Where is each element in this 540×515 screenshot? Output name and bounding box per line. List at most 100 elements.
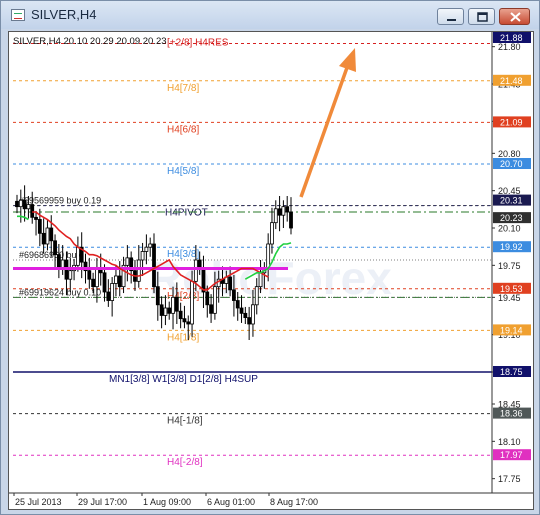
time-tick-label: 25 Jul 2013 <box>15 497 62 507</box>
candle-body <box>26 204 31 210</box>
candle-body <box>289 211 293 229</box>
candle-body <box>232 289 236 301</box>
candle-body <box>235 300 240 309</box>
candle-body <box>174 296 179 312</box>
candle-body <box>254 286 259 306</box>
candle-body <box>53 240 57 256</box>
maximize-button[interactable] <box>468 8 495 25</box>
candle-body <box>87 270 92 280</box>
order-label: #69569959 buy 0.19 <box>19 196 101 206</box>
candle-body <box>251 304 255 325</box>
candle-body <box>247 317 252 325</box>
murrey-level-label: H4[6/8] <box>167 124 199 135</box>
candle-body <box>125 257 130 266</box>
candle-body <box>159 304 164 316</box>
chart-area[interactable]: RoboForex [+2/8] H4RES H4[7/8] H4[6/8] H4[5/… <box>8 31 534 510</box>
candle-body <box>95 268 99 288</box>
price-badge-label: 18.75 <box>500 367 523 377</box>
candle-body <box>171 296 175 314</box>
murrey-level-label: H4[3/8] <box>167 249 199 260</box>
candle-body <box>167 307 172 314</box>
candle-body <box>193 259 198 282</box>
candle-body <box>15 200 19 208</box>
murrey-level-label: H4[1/8] <box>167 332 199 343</box>
murrey-level-label: [+2/8] H4RES <box>167 37 229 48</box>
candle-body <box>144 246 149 252</box>
time-tick-label: 6 Aug 01:00 <box>207 497 255 507</box>
trend-arrow-shaft <box>299 61 351 198</box>
candle-body <box>152 243 156 288</box>
minimize-icon <box>447 19 456 21</box>
order-label: #69919624 buy 0.10 <box>19 287 101 297</box>
candle-body <box>228 276 233 291</box>
price-badge-label: 21.48 <box>500 76 523 86</box>
candle-body <box>205 291 210 306</box>
candle-body <box>148 243 153 248</box>
candle-body <box>41 232 46 245</box>
price-tick-label: 18.10 <box>498 437 521 447</box>
candle-body <box>273 208 278 224</box>
candle-body <box>68 270 73 280</box>
candle-body <box>91 278 96 288</box>
price-badge-label: 19.53 <box>500 284 523 294</box>
candle-body <box>190 280 194 325</box>
candle-body <box>281 206 286 216</box>
candle-body <box>209 304 213 314</box>
price-tick-label: 19.75 <box>498 261 521 271</box>
trend-arrow-head <box>339 48 356 72</box>
candle-body <box>37 219 42 234</box>
price-badge-label: 21.09 <box>500 117 523 127</box>
time-tick-label: 1 Aug 09:00 <box>143 497 191 507</box>
murrey-level-label: H4[5/8] <box>167 166 199 177</box>
price-tick-label: 19.45 <box>498 293 521 303</box>
candle-body <box>75 246 80 266</box>
candle-body <box>285 206 290 213</box>
candle-body <box>136 259 141 282</box>
maximize-icon <box>477 12 488 22</box>
candle-body <box>117 275 122 288</box>
price-tick-label: 21.80 <box>498 42 521 52</box>
title-bar[interactable]: SILVER,H4 <box>1 1 539 29</box>
price-badge-label: 18.36 <box>500 409 523 419</box>
candle-body <box>18 199 23 208</box>
murrey-level-label: MN1[3/8] W1[3/8] D1[2/8] H4SUP <box>109 374 258 385</box>
candle-body <box>277 208 282 216</box>
price-tick-label: 20.80 <box>498 149 521 159</box>
price-badge-label: 20.23 <box>500 213 523 223</box>
price-chart[interactable]: RoboForex[+2/8] H4RESH4[7/8]H4[6/8]H4[5/… <box>9 32 533 509</box>
candle-body <box>270 222 274 245</box>
order-label: #69686960 buy <box>19 250 82 260</box>
candle-body <box>106 291 111 301</box>
chart-window: SILVER,H4 RoboForex [+2/8] H4RES H4[7/8] H4… <box>0 0 540 515</box>
candle-body <box>140 251 145 261</box>
price-badge-label: 17.97 <box>500 450 523 460</box>
candle-body <box>110 283 115 301</box>
price-badge-label: 20.31 <box>500 196 523 206</box>
candle-body <box>155 286 160 306</box>
candle-body <box>212 286 217 314</box>
trailing-green-line <box>17 215 29 221</box>
symbol-header: SILVER,H4 20.10 20.29 20.09 20.23 <box>13 36 167 47</box>
price-badge-label: 19.14 <box>500 325 523 335</box>
candle-body <box>243 312 248 319</box>
candle-body <box>56 254 61 269</box>
candle-body <box>34 216 38 220</box>
murrey-level-label: H4PIVOT <box>165 208 208 219</box>
candle-body <box>266 243 271 269</box>
window-title: SILVER,H4 <box>31 7 97 22</box>
candle-body <box>182 318 187 323</box>
price-badge-label: 20.70 <box>500 159 523 169</box>
candle-body <box>239 307 244 314</box>
candle-body <box>45 227 50 245</box>
minimize-button[interactable] <box>437 8 464 25</box>
price-badge-label: 21.88 <box>500 33 523 43</box>
close-icon <box>510 12 521 22</box>
price-tick-label: 17.75 <box>498 474 521 484</box>
price-tick-label: 20.10 <box>498 224 521 234</box>
chart-window-icon <box>11 9 25 21</box>
murrey-level-label: H4[-1/8] <box>167 416 203 427</box>
candle-body <box>114 275 118 284</box>
candle-body <box>49 227 54 242</box>
candle-body <box>178 310 183 320</box>
close-button[interactable] <box>499 8 530 25</box>
